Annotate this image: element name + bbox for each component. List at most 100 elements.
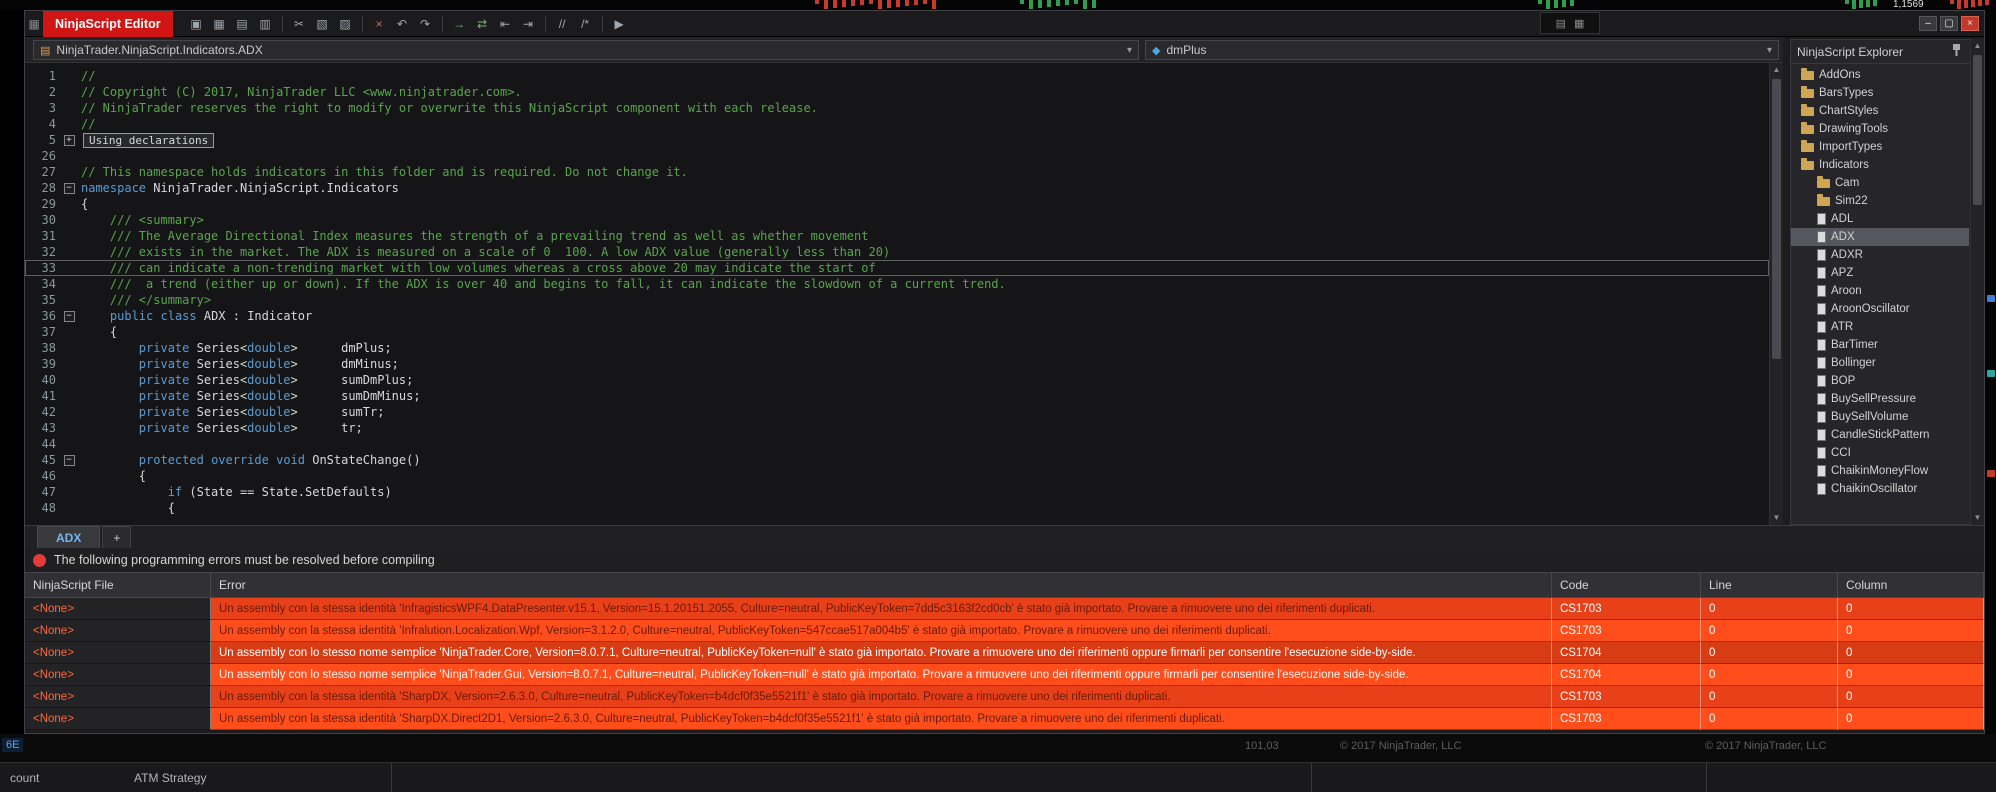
outdent-icon[interactable]: ⇤: [496, 14, 515, 33]
code-line[interactable]: 48 {: [25, 500, 1769, 516]
explorer-scrollbar[interactable]: ▲ ▼: [1970, 39, 1984, 525]
code-line[interactable]: 2// Copyright (C) 2017, NinjaTrader LLC …: [25, 84, 1769, 100]
code-line[interactable]: 3// NinjaTrader reserves the right to mo…: [25, 100, 1769, 116]
explorer-item-chartstyles[interactable]: ChartStyles: [1791, 102, 1969, 120]
scroll-down-icon[interactable]: ▼: [1770, 511, 1783, 525]
explorer-item-indicators[interactable]: Indicators: [1791, 156, 1969, 174]
explorer-item-adxr[interactable]: ADXR: [1791, 246, 1969, 264]
code-line[interactable]: 41 private Series<double> sumDmMinus;: [25, 388, 1769, 404]
member-selector-dropdown[interactable]: ◆ dmPlus ▾: [1145, 40, 1779, 60]
explorer-item-buysellpressure[interactable]: BuySellPressure: [1791, 390, 1969, 408]
scroll-up-icon[interactable]: ▲: [1770, 63, 1783, 77]
explorer-item-importtypes[interactable]: ImportTypes: [1791, 138, 1969, 156]
indent-icon[interactable]: ⇥: [519, 14, 538, 33]
code-line[interactable]: 26: [25, 148, 1769, 164]
explorer-item-chaikinmoneyflow[interactable]: ChaikinMoneyFlow: [1791, 462, 1969, 480]
copy-icon[interactable]: ▧: [313, 14, 332, 33]
redo-icon[interactable]: ↷: [416, 14, 435, 33]
comment-icon[interactable]: //: [553, 14, 572, 33]
fold-toggle[interactable]: −: [61, 452, 77, 468]
close-button[interactable]: ×: [1961, 16, 1979, 31]
explorer-item-chaikinoscillator[interactable]: ChaikinOscillator: [1791, 480, 1969, 498]
explorer-item-addons[interactable]: AddOns: [1791, 66, 1969, 84]
code-line[interactable]: 35 /// </summary>: [25, 292, 1769, 308]
scrollbar-thumb[interactable]: [1772, 79, 1781, 359]
compile-icon[interactable]: ▶: [610, 14, 629, 33]
code-line[interactable]: 46 {: [25, 468, 1769, 484]
code-line[interactable]: 39 private Series<double> dmMinus;: [25, 356, 1769, 372]
fold-toggle[interactable]: −: [61, 180, 77, 196]
atm-strategy-label[interactable]: ATM Strategy: [134, 771, 206, 785]
code-line[interactable]: 36− public class ADX : Indicator: [25, 308, 1769, 324]
code-line-current[interactable]: 33 /// can indicate a non-trending marke…: [25, 260, 1769, 276]
print-icon[interactable]: ▤: [233, 14, 252, 33]
error-row[interactable]: <None>Un assembly con la stessa identità…: [25, 620, 1984, 642]
code-line[interactable]: 27// This namespace holds indicators in …: [25, 164, 1769, 180]
error-row[interactable]: <None>Un assembly con lo stesso nome sem…: [25, 664, 1984, 686]
code-line[interactable]: 40 private Series<double> sumDmPlus;: [25, 372, 1769, 388]
explorer-item-adl[interactable]: ADL: [1791, 210, 1969, 228]
explorer-item-buysellvolume[interactable]: BuySellVolume: [1791, 408, 1969, 426]
fold-collapse-icon[interactable]: −: [64, 455, 75, 466]
code-line[interactable]: 43 private Series<double> tr;: [25, 420, 1769, 436]
explorer-item-cam[interactable]: Cam: [1791, 174, 1969, 192]
column-header-file[interactable]: NinjaScript File: [25, 573, 211, 597]
error-row[interactable]: <None>Un assembly con lo stesso nome sem…: [25, 642, 1984, 664]
explorer-item-aroonoscillator[interactable]: AroonOscillator: [1791, 300, 1969, 318]
code-line[interactable]: 34 /// a trend (either up or down). If t…: [25, 276, 1769, 292]
code-editor[interactable]: 1//2// Copyright (C) 2017, NinjaTrader L…: [25, 63, 1769, 525]
explorer-item-aroon[interactable]: Aroon: [1791, 282, 1969, 300]
fold-toggle[interactable]: +: [61, 132, 77, 148]
save-icon[interactable]: ▣: [187, 14, 206, 33]
code-line[interactable]: 37 {: [25, 324, 1769, 340]
delete-icon[interactable]: ×: [370, 14, 389, 33]
restore-button[interactable]: ▢: [1940, 16, 1958, 31]
code-line[interactable]: 42 private Series<double> sumTr;: [25, 404, 1769, 420]
paste-icon[interactable]: ▨: [336, 14, 355, 33]
code-line[interactable]: 31 /// The Average Directional Index mea…: [25, 228, 1769, 244]
explorer-item-barstypes[interactable]: BarsTypes: [1791, 84, 1969, 102]
code-line[interactable]: 38 private Series<double> dmPlus;: [25, 340, 1769, 356]
code-line[interactable]: 44: [25, 436, 1769, 452]
code-line[interactable]: 32 /// exists in the market. The ADX is …: [25, 244, 1769, 260]
error-row[interactable]: <None>Un assembly con la stessa identità…: [25, 686, 1984, 708]
column-header-error[interactable]: Error: [211, 573, 1552, 597]
chevron-down-icon[interactable]: ▾: [1761, 45, 1778, 56]
replace-icon[interactable]: ⇄: [473, 14, 492, 33]
find-icon[interactable]: →: [450, 14, 469, 33]
print-preview-icon[interactable]: ▥: [256, 14, 275, 33]
cut-icon[interactable]: ✂: [290, 14, 309, 33]
fold-collapse-icon[interactable]: −: [64, 311, 75, 322]
new-tab-button[interactable]: +: [102, 526, 131, 548]
tab-adx[interactable]: ADX: [37, 526, 100, 548]
code-line[interactable]: 47 if (State == State.SetDefaults): [25, 484, 1769, 500]
editor-scrollbar[interactable]: ▲ ▼: [1769, 63, 1783, 525]
explorer-item-bollinger[interactable]: Bollinger: [1791, 354, 1969, 372]
code-line[interactable]: 30 /// <summary>: [25, 212, 1769, 228]
fold-toggle[interactable]: −: [61, 308, 77, 324]
save-all-icon[interactable]: ▦: [210, 14, 229, 33]
explorer-item-adx[interactable]: ADX: [1791, 228, 1969, 246]
code-line[interactable]: 29{: [25, 196, 1769, 212]
scroll-down-icon[interactable]: ▼: [1971, 511, 1984, 525]
error-row[interactable]: <None>Un assembly con la stessa identità…: [25, 598, 1984, 620]
code-line[interactable]: 4//: [25, 116, 1769, 132]
explorer-item-drawingtools[interactable]: DrawingTools: [1791, 120, 1969, 138]
column-header-column[interactable]: Column: [1838, 573, 1984, 597]
chevron-down-icon[interactable]: ▾: [1121, 45, 1138, 56]
uncomment-icon[interactable]: /*: [576, 14, 595, 33]
column-header-code[interactable]: Code: [1552, 573, 1701, 597]
code-line[interactable]: 28−namespace NinjaTrader.NinjaScript.Ind…: [25, 180, 1769, 196]
fold-collapse-icon[interactable]: −: [64, 183, 75, 194]
minimize-button[interactable]: –: [1919, 16, 1937, 31]
undo-icon[interactable]: ↶: [393, 14, 412, 33]
pin-icon[interactable]: [1952, 44, 1961, 59]
code-line[interactable]: 5+Using declarations: [25, 132, 1769, 148]
class-selector-dropdown[interactable]: ▤ NinjaTrader.NinjaScript.Indicators.ADX…: [33, 40, 1139, 60]
code-line[interactable]: 45− protected override void OnStateChang…: [25, 452, 1769, 468]
scrollbar-thumb[interactable]: [1973, 55, 1982, 205]
explorer-item-apz[interactable]: APZ: [1791, 264, 1969, 282]
column-header-line[interactable]: Line: [1701, 573, 1838, 597]
explorer-item-sim22[interactable]: Sim22: [1791, 192, 1969, 210]
explorer-item-bop[interactable]: BOP: [1791, 372, 1969, 390]
